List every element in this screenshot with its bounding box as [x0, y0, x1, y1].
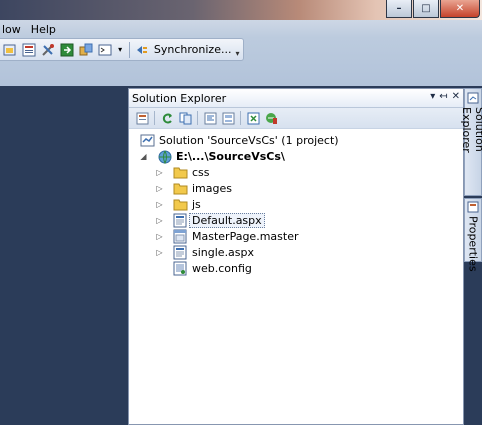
tab-label: Properties — [466, 216, 480, 272]
folder-icon — [172, 164, 188, 180]
solution-explorer-tab-icon — [466, 91, 480, 104]
nest-related-files-icon[interactable] — [246, 111, 260, 125]
panel-close-icon[interactable]: ✕ — [452, 91, 460, 102]
new-item-icon[interactable] — [2, 42, 17, 58]
tree-item-label: single.aspx — [192, 245, 255, 259]
view-designer-icon[interactable] — [221, 111, 235, 125]
expand-arrow-icon[interactable]: ▷ — [155, 168, 164, 177]
expand-arrow-icon[interactable]: ▷ — [155, 216, 164, 225]
minimize-button[interactable]: – — [386, 0, 412, 18]
tree-item-folder-images[interactable]: ▷ images — [155, 180, 232, 196]
tree-item-label: images — [192, 181, 232, 195]
tree-item-masterpage[interactable]: ▷ MasterPage.master — [155, 228, 298, 244]
expand-arrow-icon[interactable]: ▷ — [155, 184, 164, 193]
web-project-icon — [156, 148, 172, 164]
config-file-icon — [172, 260, 188, 276]
copy-web-site-icon[interactable] — [264, 111, 278, 125]
tab-label: Solution Explorer — [460, 107, 482, 153]
standard-toolbar: ▾ Synchronize... ▾ — [0, 38, 244, 61]
tab-solution-explorer[interactable]: Solution Explorer — [460, 88, 482, 196]
window-controls: – □ ✕ — [385, 0, 480, 18]
toolbox-icon[interactable] — [40, 42, 55, 58]
solution-explorer-toolbar — [129, 108, 463, 129]
panel-controls: ▾ ↤ ✕ — [430, 91, 460, 102]
tree-item-folder-js[interactable]: ▷ js — [155, 196, 201, 212]
folder-icon — [172, 180, 188, 196]
dropdown-arrow-icon[interactable]: ▾ — [116, 42, 124, 58]
class-view-icon[interactable] — [78, 42, 93, 58]
refresh-icon[interactable] — [160, 111, 174, 125]
tree-item-label: Solution 'SourceVsCs' (1 project) — [159, 133, 339, 147]
menu-item-window[interactable]: low — [0, 23, 26, 36]
collapse-arrow-icon[interactable]: ◢ — [139, 152, 148, 161]
tree-item-label: js — [192, 197, 201, 211]
close-window-button[interactable]: ✕ — [440, 0, 480, 18]
master-page-icon — [172, 228, 188, 244]
tree-item-label: Default.aspx — [189, 212, 265, 228]
panel-title: Solution Explorer — [132, 91, 227, 105]
tree-item-project[interactable]: ◢ E:\...\SourceVsCs\ — [139, 148, 285, 164]
properties-window-icon[interactable] — [21, 42, 36, 58]
properties-tab-icon — [466, 201, 480, 213]
toolbar-separator — [240, 111, 241, 125]
tree-item-label: MasterPage.master — [192, 229, 299, 243]
window-title-bar: – □ ✕ — [0, 0, 482, 20]
synchronize-button[interactable]: Synchronize... — [154, 43, 232, 56]
editor-background — [0, 86, 128, 425]
tab-properties[interactable]: Properties — [464, 198, 482, 272]
tree-item-solution[interactable]: Solution 'SourceVsCs' (1 project) — [139, 132, 339, 148]
tree-item-label: E:\...\SourceVsCs\ — [176, 149, 285, 163]
auto-hide-pin-icon[interactable]: ↤ — [439, 91, 447, 102]
tree-item-label: web.config — [192, 261, 252, 275]
synchronize-icon[interactable] — [135, 42, 150, 58]
solution-explorer-title-bar[interactable]: Solution Explorer ▾ ↤ ✕ — [129, 89, 463, 108]
toolbar-separator — [154, 111, 155, 125]
toolbar-area: ▾ Synchronize... ▾ — [0, 38, 482, 86]
tree-item-default-aspx[interactable]: ▷ Default.aspx — [155, 212, 265, 228]
show-all-files-icon[interactable] — [178, 111, 192, 125]
panel-dropdown-icon[interactable]: ▾ — [430, 91, 435, 102]
solution-icon — [139, 132, 155, 148]
aspx-page-icon — [172, 244, 188, 260]
tree-item-label: css — [192, 165, 210, 179]
maximize-button[interactable]: □ — [413, 0, 439, 18]
expand-arrow-icon[interactable]: ▷ — [155, 200, 164, 209]
expand-arrow-icon[interactable]: ▷ — [155, 232, 164, 241]
menu-bar: low Help — [0, 20, 482, 38]
tree-item-web-config[interactable]: web.config — [172, 260, 252, 276]
menu-item-help[interactable]: Help — [26, 23, 61, 36]
start-page-icon[interactable] — [59, 42, 74, 58]
toolbar-overflow-icon[interactable]: ▾ — [235, 42, 243, 58]
aspx-page-icon — [172, 212, 188, 228]
toolbar-separator — [197, 111, 198, 125]
properties-icon[interactable] — [135, 111, 149, 125]
tree-item-single-aspx[interactable]: ▷ single.aspx — [155, 244, 254, 260]
folder-icon — [172, 196, 188, 212]
tree-item-folder-css[interactable]: ▷ css — [155, 164, 210, 180]
command-window-icon[interactable] — [97, 42, 112, 58]
view-code-icon[interactable] — [203, 111, 217, 125]
expand-arrow-icon[interactable]: ▷ — [155, 248, 164, 257]
solution-explorer-panel: Solution Explorer ▾ ↤ ✕ Solution 'Source… — [128, 88, 464, 425]
toolbar-separator — [128, 41, 130, 58]
right-dock: Solution Explorer Properties — [460, 88, 482, 425]
